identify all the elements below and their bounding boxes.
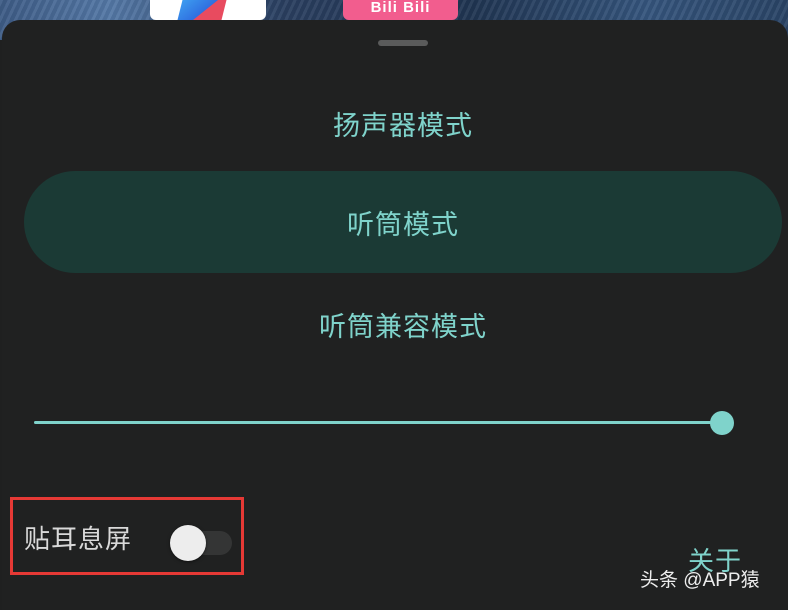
- screen: Bili Bili 扬声器模式 听筒模式 听筒兼容模式 贴耳息屏 关于 头条 @…: [0, 0, 788, 610]
- earpiece-compat-mode-label: 听筒兼容模式: [319, 311, 487, 343]
- audio-mode-bottom-sheet: 扬声器模式 听筒模式 听筒兼容模式 贴耳息屏 关于: [2, 20, 788, 610]
- toggle-knob: [170, 525, 206, 561]
- watermark: 头条 @APP猿: [640, 570, 760, 591]
- speaker-mode-label: 扬声器模式: [333, 110, 473, 142]
- speaker-mode-option[interactable]: 扬声器模式: [24, 72, 782, 174]
- browser-app-icon[interactable]: [150, 0, 266, 20]
- earpiece-mode-option[interactable]: 听筒模式: [24, 171, 782, 273]
- volume-slider-fill: [34, 421, 722, 424]
- volume-slider-thumb[interactable]: [710, 411, 734, 435]
- drag-handle[interactable]: [378, 40, 428, 46]
- ear-screen-off-label: 贴耳息屏: [24, 525, 133, 555]
- ear-screen-off-toggle[interactable]: [170, 525, 234, 561]
- earpiece-compat-mode-option[interactable]: 听筒兼容模式: [24, 273, 782, 375]
- earpiece-mode-label: 听筒模式: [347, 209, 459, 241]
- volume-slider[interactable]: [34, 411, 734, 436]
- bilibili-app-icon[interactable]: Bili Bili: [343, 0, 458, 20]
